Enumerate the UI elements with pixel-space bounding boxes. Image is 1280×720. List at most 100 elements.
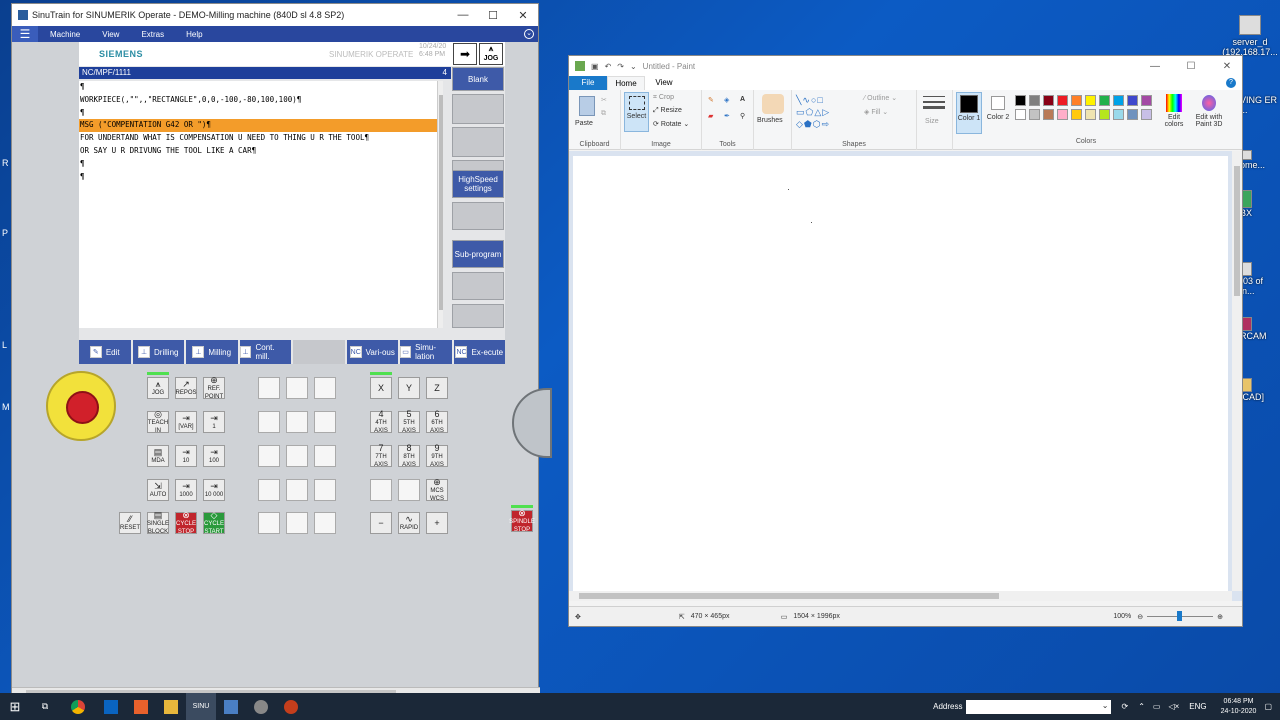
editor-line[interactable]: ¶ [79, 171, 443, 184]
teach-in-key[interactable]: ◎ TEACH IN [147, 409, 169, 434]
scroll-thumb[interactable] [439, 95, 443, 310]
palette-swatch[interactable] [1071, 109, 1082, 120]
hsoftkey-drilling[interactable]: ⊥ Drilling [132, 340, 184, 364]
redo-icon[interactable]: ↷ [617, 62, 624, 71]
palette-swatch[interactable] [1029, 95, 1040, 106]
canvas-vscrollbar[interactable] [1232, 151, 1242, 591]
rotate-button[interactable]: ⟳ Rotate ⌄ [653, 120, 689, 128]
palette-swatch[interactable] [1113, 95, 1124, 106]
qat-dropdown-icon[interactable]: ⌄ [630, 62, 637, 71]
axis-6-key[interactable]: 6 6TH AXIS [426, 409, 448, 434]
palette-swatch[interactable] [1141, 95, 1152, 106]
hsoftkey-edit[interactable]: ✎ Edit [79, 340, 131, 364]
color-picker-icon[interactable]: ✒ [724, 112, 730, 120]
user-key[interactable] [314, 512, 336, 534]
pencil-icon[interactable]: ✎ [708, 96, 714, 104]
axis-7-key[interactable]: 7 7TH AXIS [370, 443, 392, 468]
user-key[interactable] [286, 479, 308, 501]
resize-button[interactable]: ⤢ Resize [653, 107, 682, 115]
taskbar-publisher[interactable] [126, 693, 156, 720]
user-key[interactable] [286, 377, 308, 399]
address-input[interactable]: ⌄ [966, 699, 1112, 714]
editor-line[interactable]: ¶ [79, 107, 443, 120]
save-icon[interactable]: ▣ [591, 62, 599, 71]
blank-axis-key[interactable] [398, 479, 420, 501]
size-group[interactable]: Size [917, 90, 953, 150]
vsoftkey-2[interactable] [452, 94, 504, 124]
desktop-icon-2[interactable]: VING ER ... [1240, 95, 1280, 115]
desktop-icon-7[interactable]: [CAD] [1240, 378, 1280, 402]
eraser-icon[interactable]: ▰ [708, 112, 713, 120]
text-icon[interactable]: A [740, 96, 745, 103]
zoom-slider-thumb[interactable] [1177, 611, 1183, 621]
hamburger-icon[interactable]: ☰ [12, 26, 38, 42]
editor-line[interactable]: ¶ [79, 81, 443, 94]
vsoftkey-3[interactable] [452, 127, 504, 157]
drawing-canvas[interactable] [573, 156, 1228, 592]
taskbar-powerpoint[interactable] [276, 693, 306, 720]
outline-button[interactable]: ⁄ Outline ⌄ [864, 94, 897, 102]
palette-swatch[interactable] [1043, 109, 1054, 120]
user-key[interactable] [258, 479, 280, 501]
user-key[interactable] [286, 512, 308, 534]
zoom-slider[interactable] [1147, 611, 1214, 621]
palette-swatch[interactable] [1085, 95, 1096, 106]
tab-home[interactable]: Home [607, 76, 645, 90]
help-icon[interactable]: ? [1226, 78, 1236, 88]
editor-line[interactable]: FOR UNDERTAND WHAT IS COMPENSATION U NEE… [79, 132, 443, 145]
rapid-key[interactable]: ∿ RAPID [398, 512, 420, 534]
hsoftkey-various[interactable]: NC Vari-ous [346, 340, 398, 364]
shapes-gallery[interactable]: ╲∿○□ ▭⬠△▷ ◇⬟⬡⇨ [796, 94, 854, 132]
cut-icon[interactable]: ✂ [601, 96, 607, 104]
editor-line[interactable]: WORKPIECE(,"",,"RECTANGLE",0,0,-100,-80,… [79, 94, 443, 107]
axis-8-key[interactable]: 8 8TH AXIS [398, 443, 420, 468]
taskbar-remote[interactable] [216, 693, 246, 720]
paint3d-button[interactable]: Edit with Paint 3D [1191, 92, 1227, 128]
color1-button[interactable]: Color 1 [956, 92, 982, 134]
vsoftkey-6[interactable] [452, 202, 504, 230]
user-key[interactable] [258, 411, 280, 433]
tab-file[interactable]: File [569, 76, 607, 90]
ref-point-key[interactable]: ⊕ REF. POINT [203, 375, 225, 400]
inc-100-key[interactable]: ⇥ 100 [203, 445, 225, 467]
canvas-hscrollbar[interactable] [569, 591, 1232, 601]
language-indicator[interactable]: ENG [1189, 702, 1206, 711]
vsoftkey-subprogram[interactable]: Sub-program [452, 240, 504, 268]
palette-swatch[interactable] [1127, 95, 1138, 106]
spindle-stop-key[interactable]: ⊗ SPINDLE STOP [509, 508, 535, 533]
cycle-stop-key[interactable]: ⊗ CYCLE STOP [175, 510, 197, 535]
palette-swatch[interactable] [1015, 95, 1026, 106]
paint-maximize-button[interactable]: ☐ [1176, 61, 1206, 72]
brushes-button[interactable]: Brushes [757, 117, 783, 124]
paint-minimize-button[interactable]: — [1140, 61, 1170, 72]
palette-swatch[interactable] [1043, 95, 1054, 106]
fill-button[interactable]: ◈ Fill ⌄ [864, 108, 888, 116]
auto-key[interactable]: ⇲ AUTO [147, 479, 169, 501]
desktop-icon-5[interactable]: -03 of in... [1240, 262, 1280, 296]
menu-extras[interactable]: Extras [141, 30, 164, 39]
repos-key[interactable]: ↗ REPOS [175, 377, 197, 399]
menu-help[interactable]: Help [186, 30, 202, 39]
editor-line[interactable]: ¶ [79, 158, 443, 171]
var-key[interactable]: ⇥ [VAR] [175, 411, 197, 433]
crop-button[interactable]: ⌗ Crop [653, 94, 674, 102]
user-key[interactable] [314, 411, 336, 433]
editor-scrollbar[interactable] [437, 81, 443, 328]
paint-close-button[interactable]: ✕ [1212, 61, 1242, 72]
palette-swatch[interactable] [1057, 109, 1068, 120]
user-key[interactable] [314, 479, 336, 501]
taskbar-sinutrain[interactable]: SINU [186, 693, 216, 720]
axis-5-key[interactable]: 5 5TH AXIS [398, 409, 420, 434]
edit-colors-button[interactable]: Edit colors [1159, 92, 1189, 128]
magnifier-icon[interactable]: ⚲ [740, 112, 745, 120]
taskbar-tool[interactable] [246, 693, 276, 720]
volume-icon[interactable]: ◁× [1168, 702, 1179, 711]
maximize-button[interactable]: ☐ [478, 9, 508, 22]
tray-expand-icon[interactable]: ⌃ [1138, 702, 1145, 711]
user-key[interactable] [286, 411, 308, 433]
axis-y-key[interactable]: Y [398, 377, 420, 399]
minus-key[interactable]: − [370, 512, 392, 534]
vsoftkey-blank[interactable]: Blank [452, 67, 504, 91]
menu-machine[interactable]: Machine [50, 30, 80, 39]
user-key[interactable] [314, 377, 336, 399]
